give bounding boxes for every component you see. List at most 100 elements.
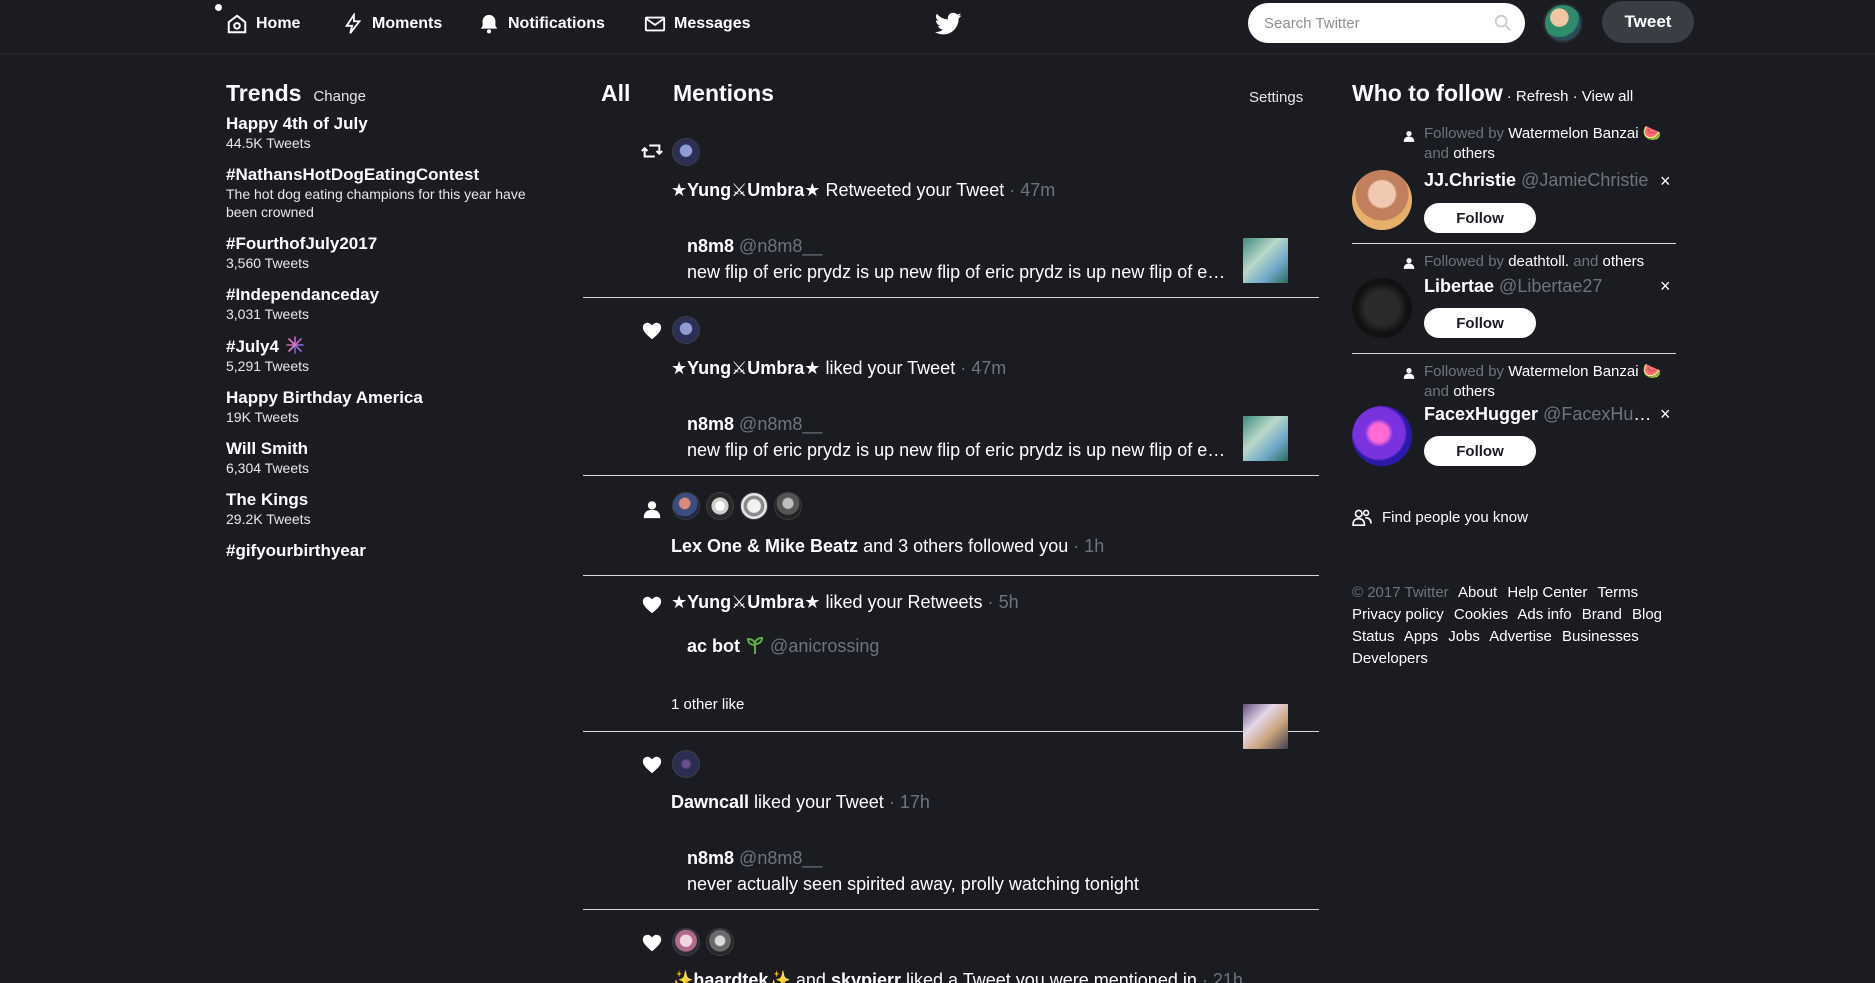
avatar[interactable] [706,492,734,520]
nav-moments[interactable]: Moments [342,10,442,38]
actor-name[interactable]: Lex One & Mike Beatz [671,536,858,556]
trend-item[interactable]: #NathansHotDogEatingContest The hot dog … [226,164,556,221]
quoted-tweet-author[interactable]: n8m8 @n8m8__ [687,848,822,869]
avatar[interactable] [672,492,700,520]
notification-item[interactable]: Lex One & Mike Beatz and 3 others follow… [583,476,1319,576]
trends-change-link[interactable]: Change [313,88,366,105]
avatar[interactable] [706,928,734,956]
profile-avatar[interactable] [1543,3,1583,43]
footer-link-about[interactable]: About [1458,584,1497,601]
tab-all[interactable]: All [601,80,630,107]
actor-name[interactable]: Dawncall [671,792,749,812]
notification-time[interactable]: 47m [1020,180,1055,200]
notification-item[interactable]: Dawncall liked your Tweet · 17h n8m8 @n8… [583,732,1319,910]
notification-time[interactable]: 17h [900,792,930,812]
follow-button[interactable]: Follow [1424,308,1536,338]
footer-link-jobs[interactable]: Jobs [1448,628,1480,645]
followed-by-text: Followed by Watermelon Banzai 🍉 and othe… [1424,362,1664,402]
trend-item[interactable]: #gifyourbirthyear [226,540,556,561]
avatar[interactable] [672,750,700,778]
others-link[interactable]: others [1602,253,1644,270]
notification-time[interactable]: 47m [971,358,1006,378]
footer-link-status[interactable]: Status [1352,628,1395,645]
trend-item[interactable]: Happy Birthday America 19K Tweets [226,387,556,426]
notification-time[interactable]: 1h [1084,536,1104,556]
notification-item[interactable]: ★Yung⚔Umbra★ liked your Retweets · 5h ac… [583,576,1319,749]
footer-link-developers[interactable]: Developers [1352,650,1428,667]
tweet-media-thumbnail[interactable] [1243,416,1288,461]
nav-notifications[interactable]: Notifications [478,10,605,38]
footer-link-brand[interactable]: Brand [1582,606,1622,623]
trend-item[interactable]: Happy 4th of July 44.5K Tweets [226,113,556,152]
twitter-bird-icon[interactable] [935,12,962,36]
notification-text: ✨haardtek✨ and skypierr liked a Tweet yo… [671,970,1243,983]
notification-item[interactable]: ★Yung⚔Umbra★ liked your Tweet · 47m n8m8… [583,298,1319,476]
tweet-media-thumbnail[interactable] [1243,238,1288,283]
nav-messages[interactable]: Messages [644,10,751,38]
trend-item[interactable]: #July4 5,291 Tweets [226,335,556,375]
footer-link-businesses[interactable]: Businesses [1562,628,1639,645]
other-likes-count[interactable]: 1 other like [671,696,744,713]
footer-link-help-center[interactable]: Help Center [1507,584,1587,601]
notification-item[interactable]: ★Yung⚔Umbra★ Retweeted your Tweet · 47m … [583,120,1319,298]
footer-link-terms[interactable]: Terms [1597,584,1638,601]
others-link[interactable]: others [1453,383,1495,400]
user-icon [1403,368,1415,379]
user-handle: @Libertae27 [1499,276,1603,296]
follow-button[interactable]: Follow [1424,436,1536,466]
actor-name[interactable]: ★Yung⚔Umbra★ [671,358,820,378]
quoted-tweet-author[interactable]: n8m8 @n8m8__ [687,414,822,435]
settings-link[interactable]: Settings [1249,89,1303,106]
notification-time[interactable]: 21h [1213,970,1243,983]
footer-link-apps[interactable]: Apps [1404,628,1438,645]
tweet-button[interactable]: Tweet [1602,1,1694,43]
suggested-user-name[interactable]: FacexHugger @FacexHugger [1424,404,1654,425]
search-input[interactable] [1248,3,1525,43]
followed-by-label: Followed by [1424,253,1505,270]
others-link[interactable]: others [1453,145,1495,162]
nav-home[interactable]: Home [226,10,300,38]
footer-link-ads-info[interactable]: Ads info [1517,606,1571,623]
actor-name[interactable]: ★Yung⚔Umbra★ [671,180,820,200]
footer-link-blog[interactable]: Blog [1632,606,1662,623]
actor-name[interactable]: skypierr [831,970,901,983]
actor-name[interactable]: ★Yung⚔Umbra★ [671,592,820,612]
search-icon[interactable] [1494,14,1512,32]
trend-item[interactable]: #Independanceday 3,031 Tweets [226,284,556,323]
notification-item[interactable]: ✨haardtek✨ and skypierr liked a Tweet yo… [583,910,1319,983]
dismiss-suggestion-button[interactable]: × [1660,404,1671,425]
avatar[interactable] [672,928,700,956]
avatar[interactable] [672,138,700,166]
avatar[interactable] [740,492,768,520]
follow-button[interactable]: Follow [1424,203,1536,233]
trend-item[interactable]: The Kings 29.2K Tweets [226,489,556,528]
footer-link-cookies[interactable]: Cookies [1454,606,1508,623]
trend-item[interactable]: #FourthofJuly2017 3,560 Tweets [226,233,556,272]
avatar[interactable] [1352,406,1412,466]
footer-link-privacy-policy[interactable]: Privacy policy [1352,606,1444,623]
suggested-user-name[interactable]: JJ.Christie @JamieChristie [1424,170,1654,191]
avatar[interactable] [1352,170,1412,230]
avatar[interactable] [1352,278,1412,338]
refresh-link[interactable]: · Refresh [1507,88,1569,105]
trend-item[interactable]: Will Smith 6,304 Tweets [226,438,556,477]
dismiss-suggestion-button[interactable]: × [1660,276,1671,297]
quoted-tweet-author[interactable]: n8m8 @n8m8__ [687,236,822,257]
trend-tweet-count: 29.2K Tweets [226,511,311,527]
find-people-link[interactable]: Find people you know [1352,508,1528,526]
avatar[interactable] [672,316,700,344]
actor-name[interactable]: ✨haardtek✨ [671,970,791,983]
notification-time[interactable]: 5h [999,592,1019,612]
fireworks-icon [285,336,304,354]
quoted-tweet-author[interactable]: ac bot @anicrossing [687,635,879,657]
followed-by-user[interactable]: deathtoll. [1508,253,1569,270]
followed-by-user[interactable]: Watermelon Banzai 🍉 [1508,363,1661,380]
avatar[interactable] [774,492,802,520]
tab-mentions[interactable]: Mentions [673,80,774,107]
view-all-link[interactable]: · View all [1573,88,1634,105]
suggested-user-name[interactable]: Libertae @Libertae27 [1424,276,1654,297]
dismiss-suggestion-button[interactable]: × [1660,171,1671,192]
trend-name: #gifyourbirthyear [226,541,366,560]
followed-by-user[interactable]: Watermelon Banzai 🍉 [1508,125,1661,142]
footer-link-advertise[interactable]: Advertise [1489,628,1552,645]
